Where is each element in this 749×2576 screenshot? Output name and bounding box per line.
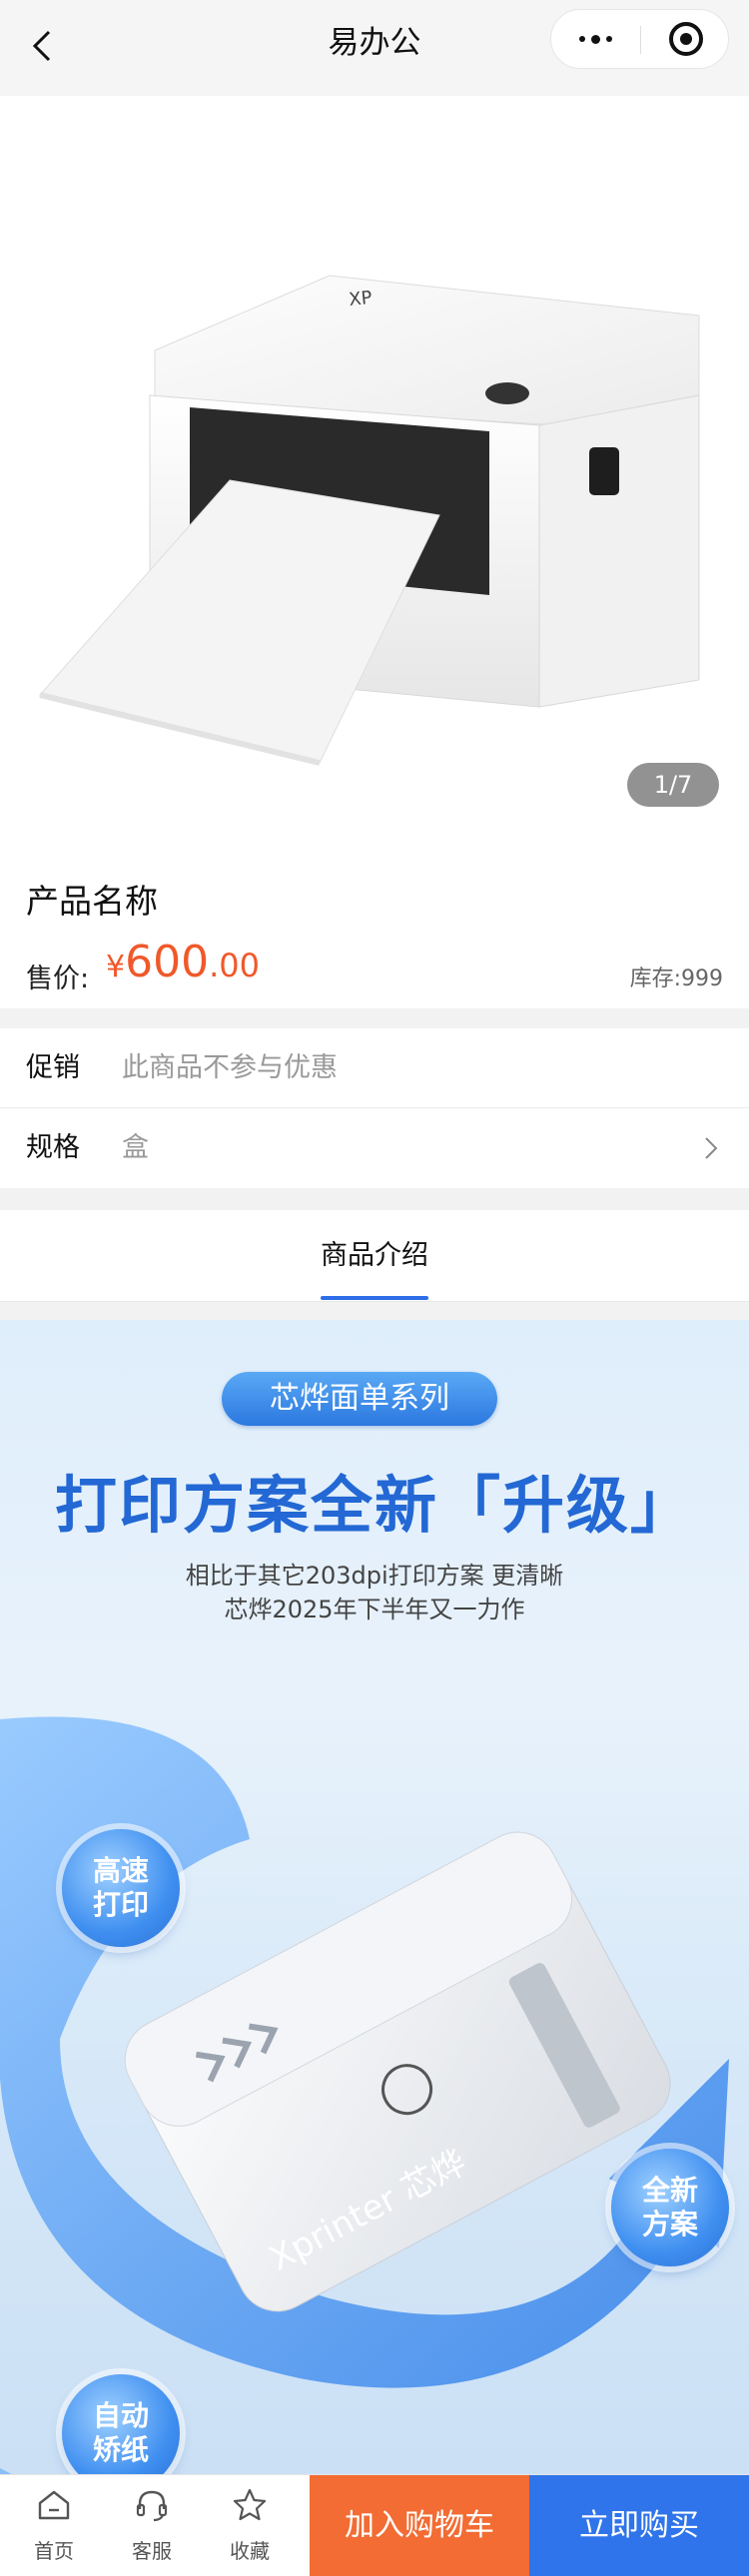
svg-text:XP: XP: [348, 288, 373, 311]
badge-text: 自动: [92, 2399, 149, 2432]
feature-badge-fast-print: 高速 打印: [62, 1829, 180, 1947]
product-options: 促销 此商品不参与优惠 规格 盒: [0, 1028, 749, 1188]
badge-text: 方案: [641, 2208, 698, 2241]
nav-favorite[interactable]: 收藏: [202, 2475, 298, 2576]
stock-label: 库存:: [629, 966, 681, 991]
promo-label: 促销: [26, 1052, 80, 1083]
banner-subtitle-1: 相比于其它203dpi打印方案 更清晰: [185, 1562, 564, 1590]
nav-home[interactable]: 首页: [6, 2475, 102, 2576]
tab-active-underline: [321, 1296, 428, 1300]
mini-program-capsule: [550, 9, 729, 69]
spec-row[interactable]: 规格 盒: [0, 1108, 749, 1188]
nav-customer-service[interactable]: 客服: [104, 2475, 200, 2576]
badge-text: 高速: [92, 1854, 149, 1887]
product-info-card: 产品名称 售价: ¥600.00 库存:999: [0, 845, 749, 1008]
promo-row: 促销 此商品不参与优惠: [0, 1028, 749, 1108]
star-icon: [233, 2488, 267, 2521]
product-name: 产品名称: [26, 882, 158, 921]
nav-label: 客服: [132, 2539, 172, 2563]
banner-subtitle-2: 芯烨2025年下半年又一力作: [224, 1596, 525, 1623]
more-button[interactable]: [551, 10, 640, 68]
price-decimal: .00: [209, 947, 260, 984]
price-integer: 600: [125, 937, 210, 987]
badge-text: 打印: [92, 1888, 149, 1921]
series-pill: 芯烨面单系列: [222, 1372, 497, 1426]
nav-label: 收藏: [230, 2539, 270, 2563]
price-currency: ¥: [106, 950, 126, 984]
nav-header: 易办公: [0, 0, 749, 96]
more-dots-icon: [579, 34, 612, 44]
banner-headline: 打印方案全新「升级」: [54, 1469, 694, 1542]
feature-badge-new-solution: 全新 方案: [611, 2149, 729, 2266]
spec-label: 规格: [26, 1132, 80, 1163]
close-button[interactable]: [641, 10, 730, 68]
target-circle-icon: [668, 22, 703, 56]
add-to-cart-button[interactable]: 加入购物车: [310, 2475, 529, 2576]
tab-product-intro[interactable]: 商品介绍: [0, 1210, 749, 1302]
stock-info: 库存:999: [630, 961, 723, 992]
chevron-right-icon: [697, 1134, 725, 1162]
detail-tabs: 商品介绍: [0, 1210, 749, 1302]
price-value: ¥600.00: [106, 937, 260, 987]
bottom-action-bar: 首页 客服 收藏 加入购物车 立即购买: [0, 2474, 749, 2576]
spec-value: 盒: [122, 1132, 149, 1163]
promo-value: 此商品不参与优惠: [122, 1052, 338, 1083]
home-icon: [38, 2490, 70, 2520]
image-page-indicator: 1/7: [627, 763, 719, 807]
stock-value: 999: [681, 966, 723, 991]
headset-icon: [136, 2490, 168, 2522]
product-detail-banner: Xprinter 芯烨 芯烨面单系列 打印方案全新「升级」 相比于其它203dp…: [0, 1320, 749, 2576]
price-label: 售价:: [26, 964, 90, 994]
badge-text: 全新: [641, 2174, 698, 2207]
badge-text: 矫纸: [92, 2433, 149, 2466]
nav-label: 首页: [34, 2539, 74, 2563]
buy-now-button[interactable]: 立即购买: [529, 2475, 749, 2576]
product-printer-image: XP: [39, 275, 700, 766]
product-image-carousel[interactable]: XP: [0, 96, 749, 845]
